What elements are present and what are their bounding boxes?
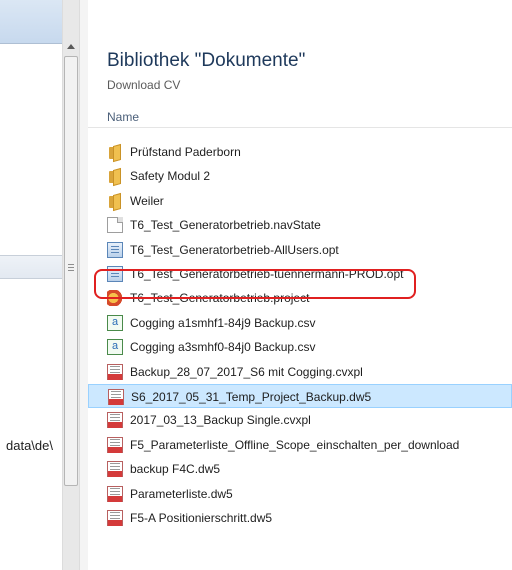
file-row[interactable]: F5_Parameterliste_Offline_Scope_einschal… (88, 433, 512, 457)
file-row[interactable]: T6_Test_Generatorbetrieb-AllUsers.opt (88, 238, 512, 262)
keb-file-icon (107, 436, 123, 453)
file-row[interactable]: Safety Modul 2 (88, 164, 512, 188)
library-title: Bibliothek "Dokumente" (107, 50, 306, 71)
file-row[interactable]: F5-A Positionierschritt.dw5 (88, 506, 512, 530)
file-name: Prüfstand Paderborn (130, 145, 241, 159)
column-header-name[interactable]: Name (107, 110, 139, 124)
highlight-annotation-ring (94, 269, 416, 299)
file-name: Cogging a1smhf1-84j9 Backup.csv (130, 315, 316, 330)
scrollbar-thumb[interactable] (64, 56, 78, 486)
library-content: Bibliothek "Dokumente" Download CV Name … (88, 0, 512, 570)
file-row[interactable]: T6_Test_Generatorbetrieb.navState (88, 213, 512, 237)
file-name: Safety Modul 2 (130, 169, 211, 184)
file-name: T6_Test_Generatorbetrieb-AllUsers.opt (130, 242, 339, 257)
navigation-pane: data\de\ (0, 0, 62, 570)
file-name: Cogging a3smhf0-84j0 Backup.csv (130, 340, 316, 355)
csv-file-icon (107, 314, 123, 331)
folder-icon (107, 144, 123, 160)
file-name: F5-A Positionierschritt.dw5 (130, 511, 273, 525)
keb-file-icon (107, 510, 123, 526)
file-name: Backup_28_07_2017_S6 mit Cogging.cvxpl (130, 364, 363, 379)
keb-file-icon (107, 412, 123, 429)
pane-splitter[interactable] (80, 0, 88, 570)
file-row[interactable]: 2017_03_13_Backup Single.cvxpl (88, 408, 512, 432)
file-name: F5_Parameterliste_Offline_Scope_einschal… (130, 437, 460, 452)
navigation-path-text: data\de\ (6, 438, 53, 453)
file-row[interactable]: Weiler (88, 189, 512, 213)
csv-file-icon (107, 339, 123, 356)
navigation-header (0, 0, 62, 44)
file-row[interactable]: Parameterliste.dw5 (88, 482, 512, 506)
file-name: S6_2017_05_31_Temp_Project_Backup.dw5 (131, 390, 372, 404)
file-name: backup F4C.dw5 (130, 462, 221, 477)
navigation-section-header (0, 255, 62, 279)
keb-file-icon (108, 389, 124, 405)
file-row[interactable]: Backup_28_07_2017_S6 mit Cogging.cvxpl (88, 360, 512, 384)
file-name: T6_Test_Generatorbetrieb.navState (130, 218, 321, 233)
keb-file-icon (107, 485, 123, 502)
file-name: Parameterliste.dw5 (130, 486, 233, 501)
file-row-selected[interactable]: S6_2017_05_31_Temp_Project_Backup.dw5 (88, 384, 512, 408)
folder-icon (107, 168, 123, 184)
file-row[interactable]: backup F4C.dw5 (88, 457, 512, 481)
scrollbar-grip-icon (68, 264, 74, 273)
file-name: 2017_03_13_Backup Single.cvxpl (130, 413, 311, 428)
navigation-scrollbar[interactable] (62, 0, 80, 570)
folder-icon (107, 193, 123, 209)
document-icon (107, 217, 123, 234)
library-subtitle[interactable]: Download CV (107, 78, 180, 92)
file-row[interactable]: Cogging a3smhf0-84j0 Backup.csv (88, 335, 512, 359)
file-list: Prüfstand Paderborn Safety Modul 2 Weiler T… (88, 128, 512, 570)
scroll-up-arrow-icon[interactable] (63, 38, 79, 54)
keb-file-icon (107, 363, 123, 380)
options-file-icon (107, 241, 123, 258)
file-row[interactable]: Prüfstand Paderborn (88, 140, 512, 164)
keb-file-icon (107, 461, 123, 478)
file-name: Weiler (130, 193, 164, 208)
file-row[interactable]: Cogging a1smhf1-84j9 Backup.csv (88, 311, 512, 335)
